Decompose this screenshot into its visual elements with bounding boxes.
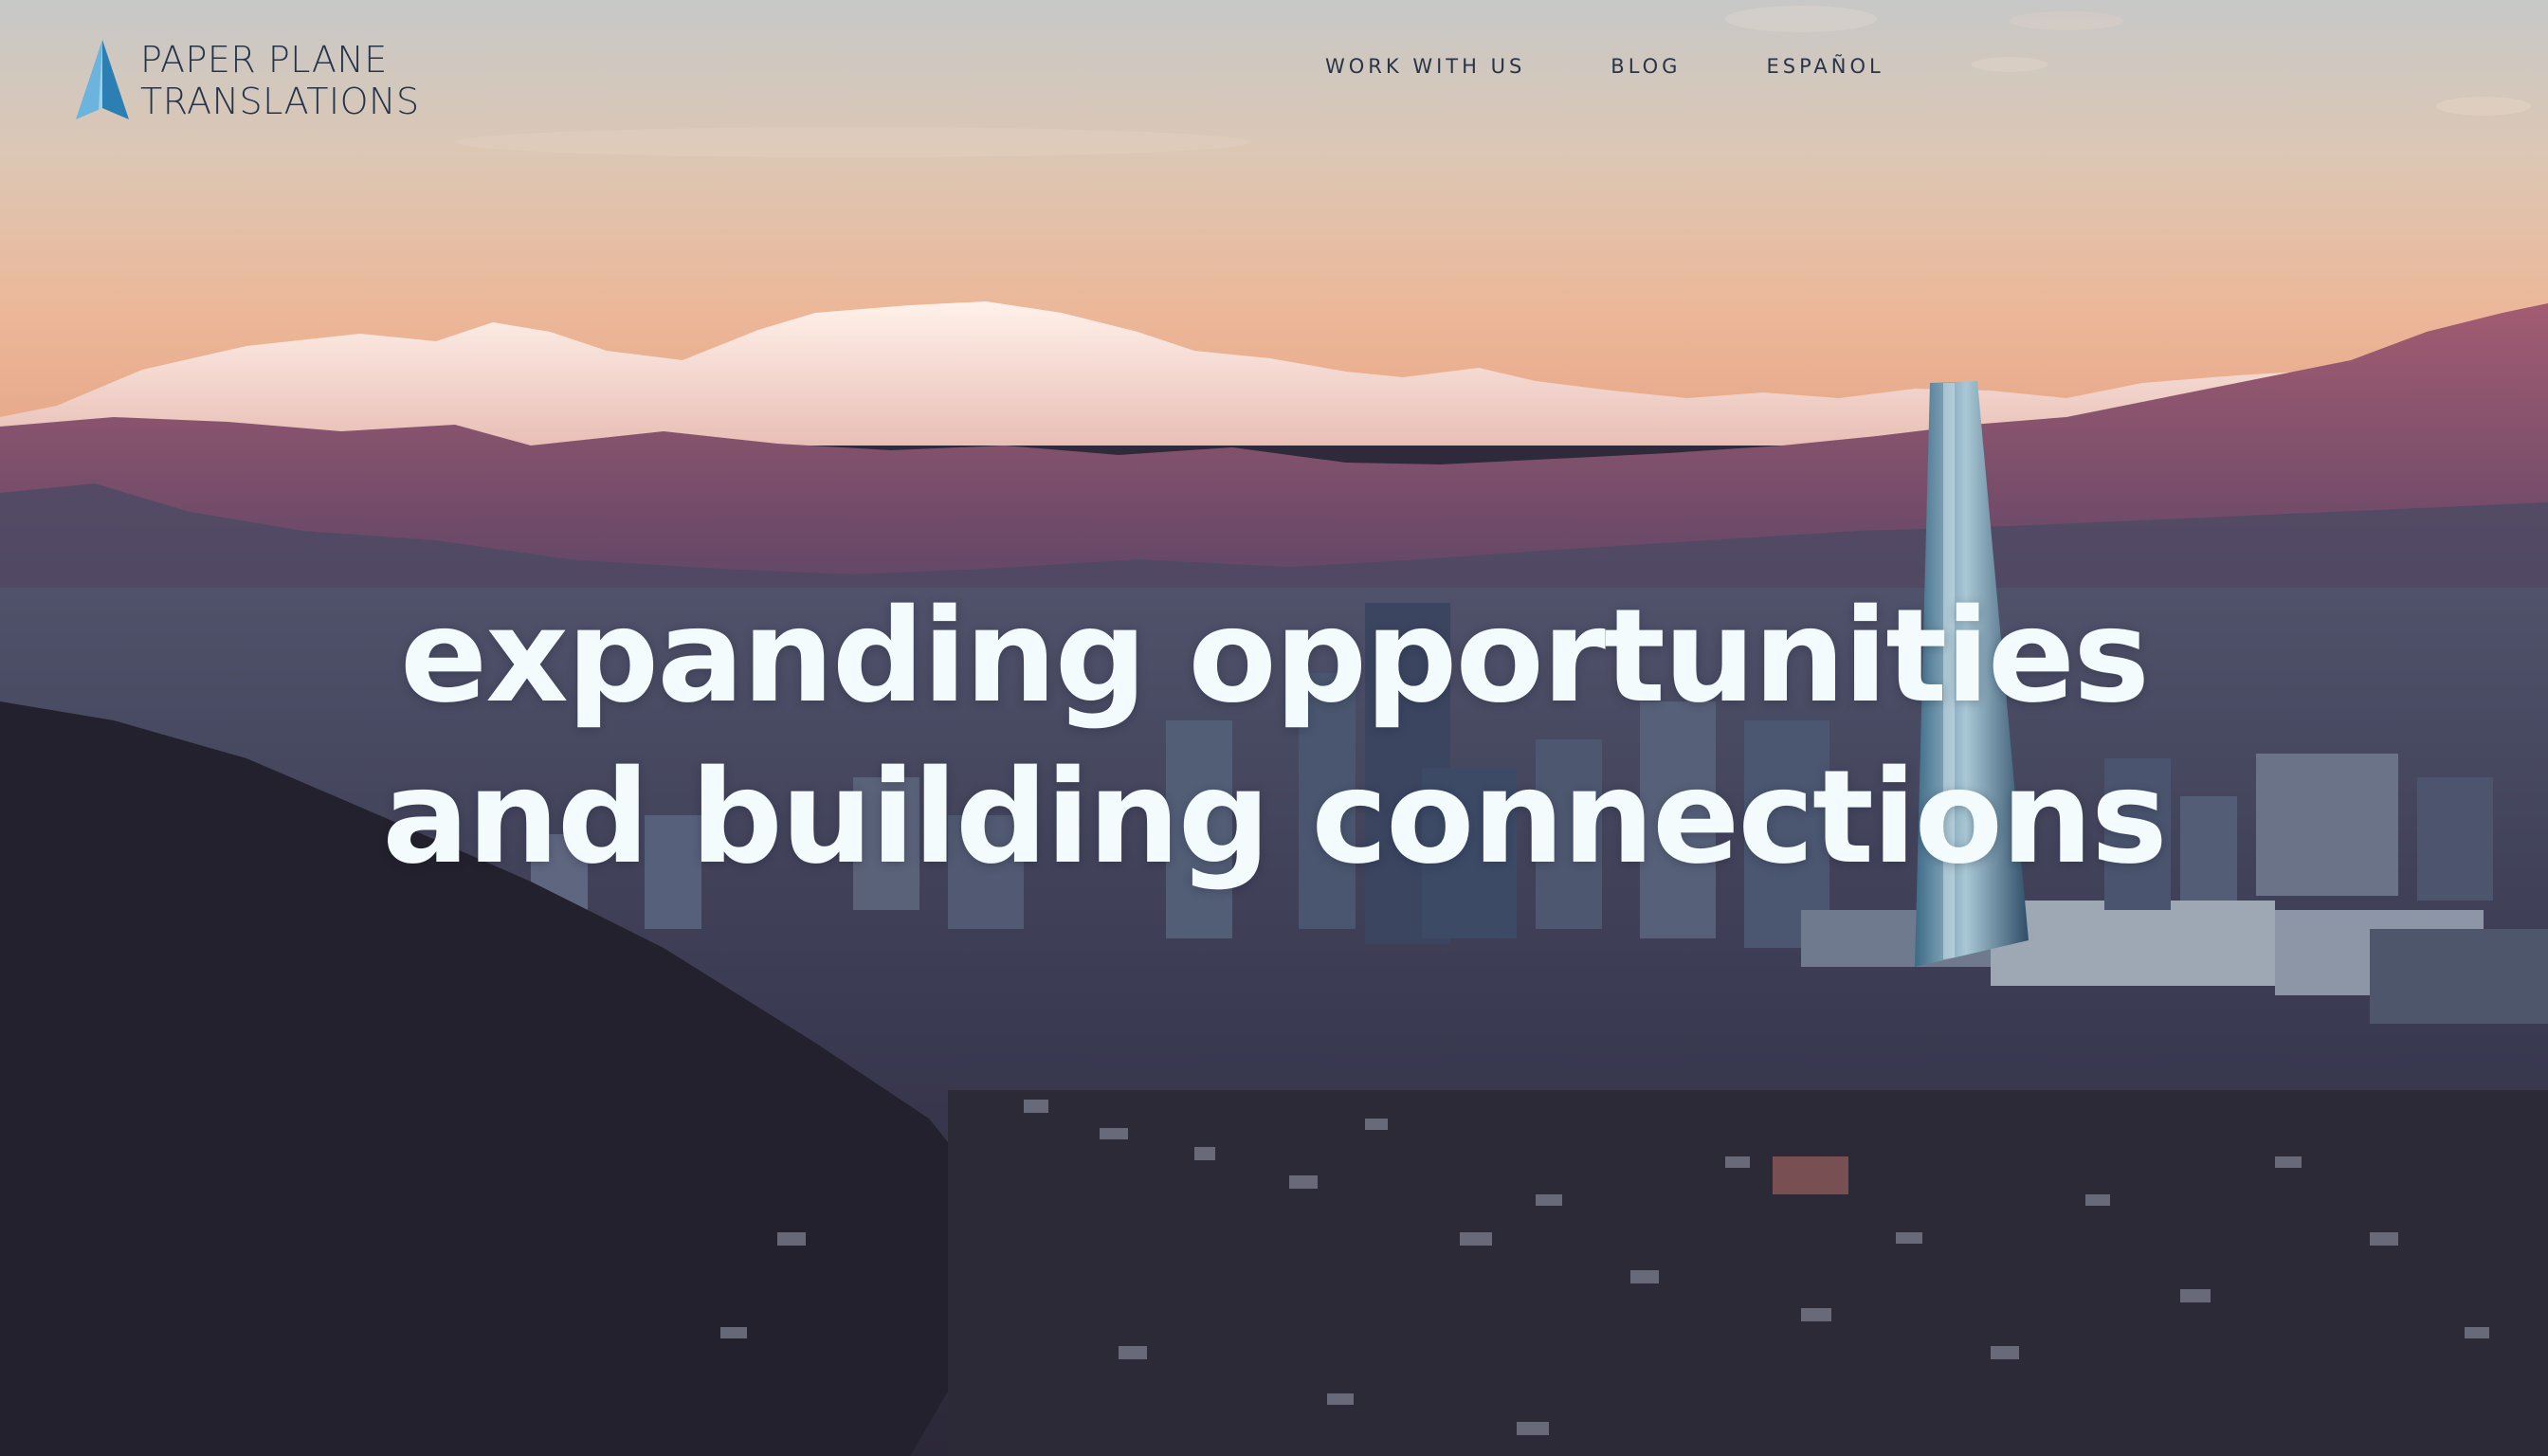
site-header: PAPER PLANE TRANSLATIONS WORK WITH US BL…: [0, 0, 2548, 152]
paper-plane-icon: [76, 40, 129, 119]
hero-headline-line2: and building connections: [382, 743, 2168, 893]
brand-logo[interactable]: PAPER PLANE TRANSLATIONS: [74, 38, 420, 123]
hero-headline: expanding opportunities and building con…: [0, 576, 2548, 899]
nav-link-espanol[interactable]: ESPAÑOL: [1766, 55, 1884, 78]
brand-name: PAPER PLANE TRANSLATIONS: [140, 39, 420, 122]
hero-headline-line1: expanding opportunities: [399, 582, 2150, 732]
brand-name-line2: TRANSLATIONS: [140, 81, 420, 122]
hero-section: PAPER PLANE TRANSLATIONS WORK WITH US BL…: [0, 0, 2548, 1456]
nav-link-blog[interactable]: BLOG: [1611, 55, 1681, 78]
brand-name-line1: PAPER PLANE: [140, 39, 388, 81]
main-nav: WORK WITH US BLOG ESPAÑOL: [1325, 55, 1884, 78]
nav-link-work-with-us[interactable]: WORK WITH US: [1325, 55, 1525, 78]
